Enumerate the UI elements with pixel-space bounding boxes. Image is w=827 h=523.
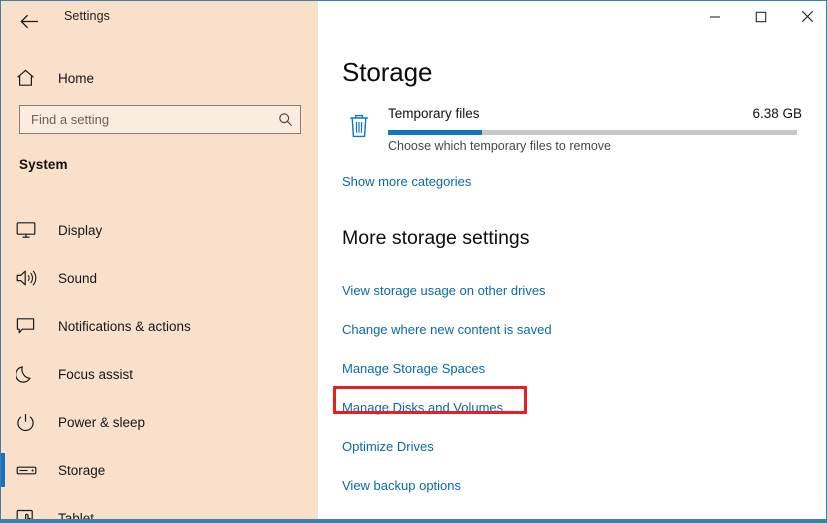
drive-icon (16, 464, 54, 477)
more-storage-settings-links: View storage usage on other drives Chang… (342, 271, 802, 505)
sidebar-item-home-label: Home (58, 70, 95, 86)
maximize-button[interactable] (738, 1, 784, 32)
monitor-icon (16, 221, 54, 239)
sidebar-item-storage[interactable]: Storage (1, 446, 318, 494)
settings-window: Settings Home Find a setting System Disp… (0, 0, 827, 523)
manage-disks-and-volumes-link[interactable]: Manage Disks and Volumes (342, 400, 503, 415)
sidebar-item-home[interactable]: Home (1, 61, 318, 95)
sidebar-item-power-sleep-label: Power & sleep (58, 414, 146, 430)
search-icon[interactable] (270, 112, 300, 127)
page-title: Storage (342, 57, 433, 87)
manage-storage-spaces-link[interactable]: Manage Storage Spaces (342, 361, 485, 376)
window-bottom-accent (1, 519, 826, 522)
show-more-categories-link[interactable]: Show more categories (342, 174, 471, 189)
temporary-files-name: Temporary files (388, 106, 480, 121)
close-icon (801, 10, 814, 23)
sidebar: Home System (1, 41, 318, 522)
sidebar-item-sound[interactable]: Sound (1, 254, 318, 302)
search-box[interactable] (19, 105, 301, 134)
sidebar-item-display[interactable]: Display (1, 206, 318, 254)
more-storage-settings-heading: More storage settings (342, 227, 530, 249)
home-icon (16, 69, 54, 87)
notification-icon (16, 317, 54, 335)
search-input[interactable] (20, 106, 270, 133)
sidebar-item-focus-assist[interactable]: Focus assist (1, 350, 318, 398)
close-button[interactable] (784, 1, 826, 32)
view-storage-usage-link[interactable]: View storage usage on other drives (342, 283, 546, 298)
sidebar-item-tablet[interactable]: Tablet (1, 494, 318, 522)
sidebar-item-display-label: Display (58, 222, 103, 238)
content-panel: Storage Temporary files 6.38 GB Choose w… (318, 41, 826, 522)
title-bar: Settings (1, 1, 826, 41)
list-item[interactable]: View backup options (342, 466, 802, 505)
view-backup-options-link[interactable]: View backup options (342, 478, 461, 493)
temporary-files-size: 6.38 GB (752, 106, 802, 121)
optimize-drives-link[interactable]: Optimize Drives (342, 439, 434, 454)
list-item[interactable]: Manage Disks and Volumes (342, 388, 802, 427)
sidebar-item-notifications-label: Notifications & actions (58, 318, 191, 334)
maximize-icon (755, 11, 767, 23)
sidebar-section-label: System (19, 157, 68, 172)
sidebar-item-notifications[interactable]: Notifications & actions (1, 302, 318, 350)
power-icon (16, 413, 54, 432)
selection-indicator (1, 453, 5, 487)
list-item[interactable]: Change where new content is saved (342, 310, 802, 349)
list-item[interactable]: View storage usage on other drives (342, 271, 802, 310)
temporary-files-progress-fill (388, 130, 483, 135)
speaker-icon (16, 269, 54, 287)
app-title: Settings (64, 9, 110, 23)
trash-icon (342, 109, 376, 143)
change-content-location-link[interactable]: Change where new content is saved (342, 322, 552, 337)
list-item[interactable]: Manage Storage Spaces (342, 349, 802, 388)
back-button[interactable] (9, 4, 49, 38)
sidebar-item-focus-assist-label: Focus assist (58, 366, 134, 382)
sidebar-nav-list: Display Sound Notifications & actions Fo… (1, 206, 318, 522)
list-item[interactable]: Optimize Drives (342, 427, 802, 466)
temporary-files-progress-track (388, 130, 797, 135)
temporary-files-row[interactable]: Temporary files 6.38 GB Choose which tem… (342, 103, 802, 163)
back-arrow-icon (19, 14, 39, 29)
minimize-button[interactable] (692, 1, 738, 32)
minimize-icon (709, 11, 721, 23)
sidebar-item-sound-label: Sound (58, 270, 98, 286)
sidebar-item-power-sleep[interactable]: Power & sleep (1, 398, 318, 446)
moon-icon (16, 365, 54, 384)
temporary-files-subtitle: Choose which temporary files to remove (388, 139, 612, 153)
sidebar-item-storage-label: Storage (58, 462, 106, 478)
